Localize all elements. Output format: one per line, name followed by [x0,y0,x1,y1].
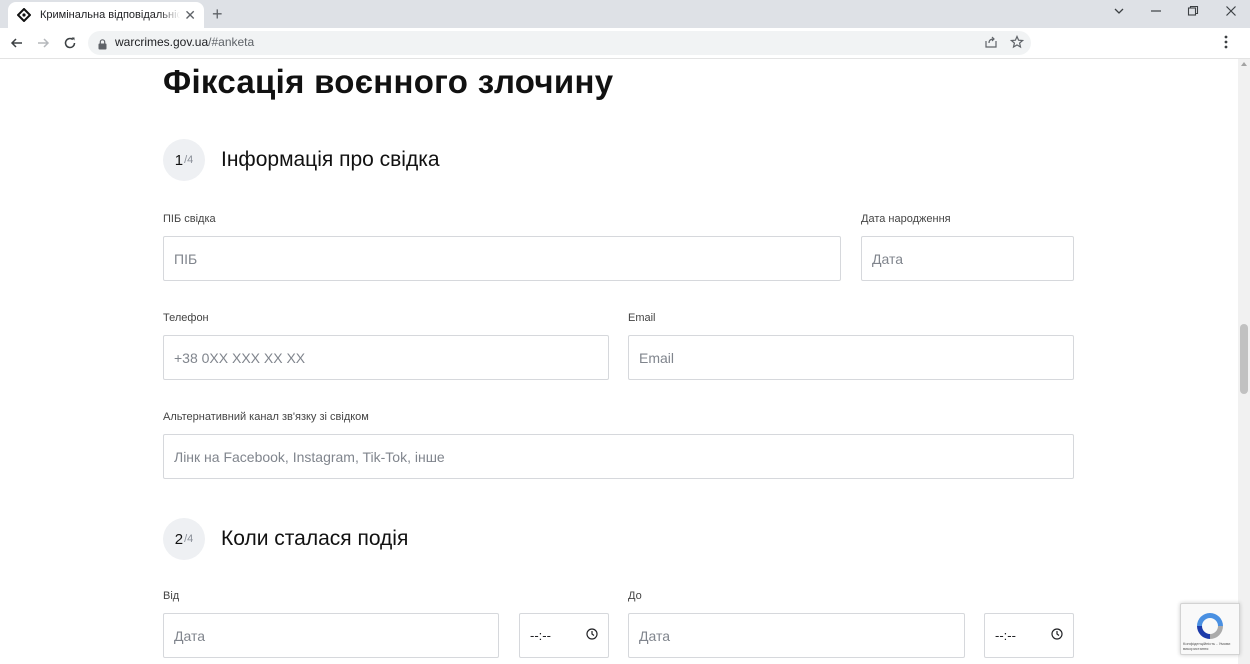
restore-button[interactable] [1187,4,1199,22]
url-text: warcrimes.gov.ua/#anketa [115,35,254,49]
step-2-badge: 2/4 [163,518,205,560]
alt-contact-input[interactable] [163,434,1074,479]
back-arrow-icon[interactable] [7,33,27,53]
browser-toolbar: warcrimes.gov.ua/#anketa [0,28,1250,59]
birth-date-input[interactable] [861,236,1074,281]
step-1-header: 1/4 Інформація про свідка [163,139,440,181]
email-input[interactable] [628,335,1074,380]
clock-icon[interactable] [586,627,598,645]
browser-tab-bar: Кримінальна відповідальність з ✕ + [0,0,1250,28]
page-title: Фіксація воєнного злочину [163,63,614,100]
step-2-number: 2 [174,530,184,548]
minimize-button[interactable] [1150,4,1162,22]
new-tab-button[interactable]: + [212,4,223,24]
to-time-value: --:-- [995,628,1016,643]
reload-icon[interactable] [60,33,80,53]
recaptcha-badge[interactable]: Конфіденційність - Умови використання [1180,603,1240,655]
from-label: Від [163,590,180,602]
step-1-title: Інформація про свідка [221,148,440,171]
close-window-button[interactable] [1225,4,1237,22]
phone-input[interactable] [163,335,609,380]
url-path: /#anketa [208,35,255,49]
step-1-badge: 1/4 [163,139,205,181]
tab-title: Кримінальна відповідальність з [40,9,180,21]
url-host: warcrimes.gov.ua [115,35,209,49]
witness-name-input[interactable] [163,236,841,281]
email-label: Email [628,312,656,324]
to-time-input[interactable]: --:-- [984,613,1074,658]
witness-name-label: ПІБ свідка [163,213,216,225]
to-label: До [628,590,642,602]
address-bar[interactable]: warcrimes.gov.ua/#anketa [88,31,1031,55]
site-favicon-icon [16,7,32,23]
to-date-input[interactable] [628,613,965,658]
share-icon[interactable] [984,35,998,54]
bookmark-star-icon[interactable] [1009,34,1025,54]
scroll-up-arrow-icon[interactable] [1241,62,1247,66]
from-date-input[interactable] [163,613,499,658]
step-1-total: /4 [184,154,194,166]
birth-date-label: Дата народження [861,213,951,225]
from-time-value: --:-- [530,628,551,643]
forward-arrow-icon[interactable] [33,33,53,53]
page-content: Фіксація воєнного злочину 1/4 Інформація… [0,59,1238,664]
tab-close-icon[interactable]: ✕ [184,7,196,23]
alt-contact-label: Альтернативний канал зв'язку зі свідком [163,411,369,423]
phone-label: Телефон [163,312,209,324]
step-2-title: Коли сталася подія [221,527,409,550]
tab-search-icon[interactable] [1113,4,1125,22]
recaptcha-footer[interactable]: Конфіденційність - Умови використання [1183,641,1237,651]
step-2-header: 2/4 Коли сталася подія [163,518,408,560]
lock-icon[interactable] [98,37,107,55]
from-time-input[interactable]: --:-- [519,613,609,658]
step-2-total: /4 [184,533,194,545]
step-1-number: 1 [174,151,184,169]
browser-menu-icon[interactable] [1224,34,1228,55]
clock-icon[interactable] [1051,627,1063,645]
scroll-thumb[interactable] [1240,324,1248,394]
page-scrollbar[interactable] [1238,59,1250,664]
browser-tab[interactable]: Кримінальна відповідальність з ✕ [8,2,204,28]
